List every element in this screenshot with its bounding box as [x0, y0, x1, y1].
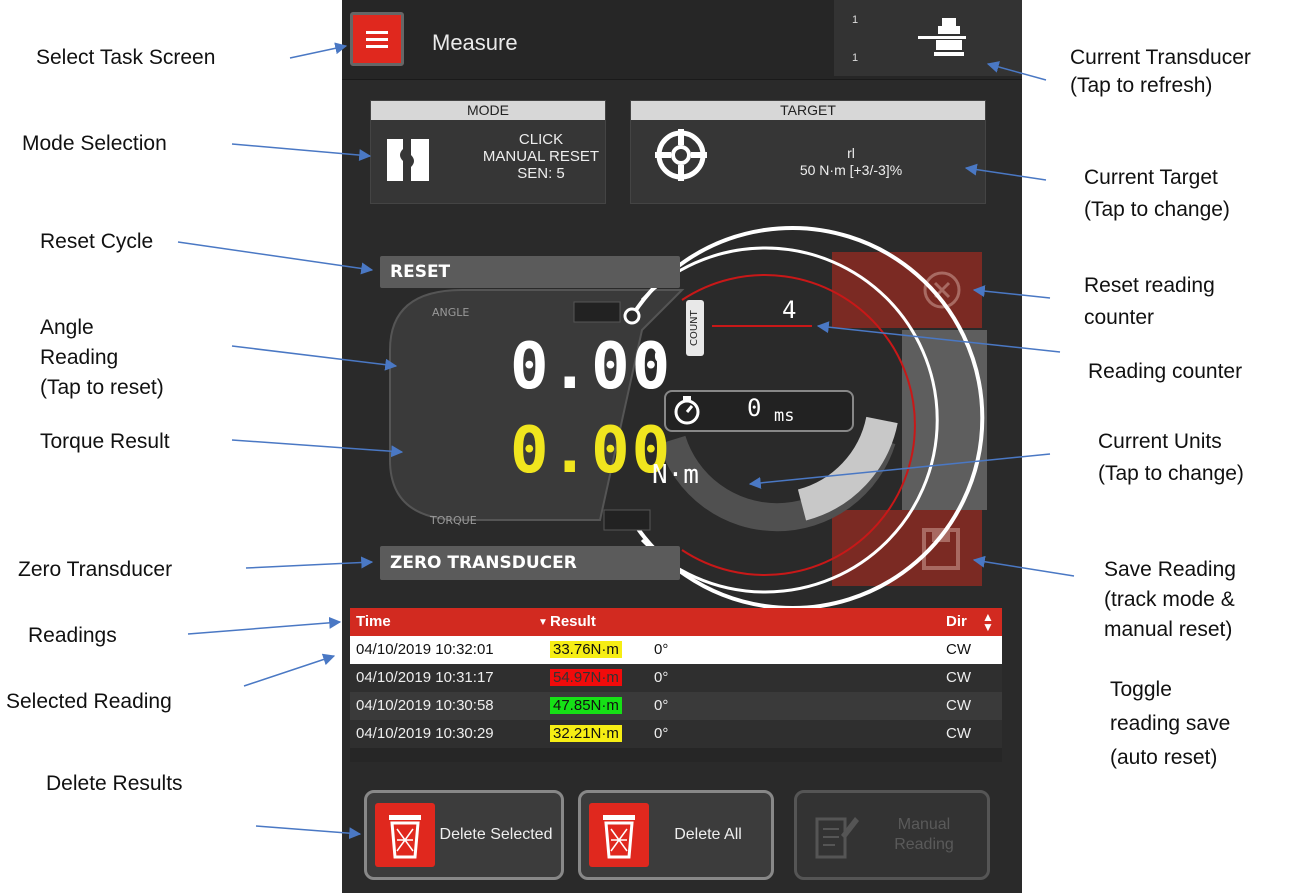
degree-symbol: o — [654, 342, 667, 367]
row-dir: CW — [946, 697, 971, 714]
delete-all-button[interactable]: Delete All — [578, 790, 774, 880]
row-angle: 0° — [654, 697, 669, 714]
annotation-delete-results: Delete Results — [46, 772, 183, 795]
row-result: 32.21N·m — [550, 725, 622, 742]
timer-unit: ms — [774, 406, 795, 426]
annotation-current-units: Current Units (Tap to change) — [1098, 428, 1244, 488]
annotation-torque-result: Torque Result — [40, 430, 170, 453]
delete-selected-button[interactable]: Delete Selected — [364, 790, 564, 880]
sort-icon[interactable]: ▲ ▼ — [982, 611, 994, 633]
annotation-line: (auto reset) — [1110, 746, 1218, 769]
annotation-select-task: Select Task Screen — [36, 46, 216, 69]
table-row[interactable]: 04/10/2019 10:30:58 47.85N·m 0° CW — [350, 692, 1002, 720]
reading-counter: 4 — [782, 296, 797, 324]
row-result: 47.85N·m — [550, 697, 622, 714]
annotation-zero-transducer: Zero Transducer — [18, 558, 173, 581]
manual-reading-button[interactable]: Manual Reading — [794, 790, 990, 880]
row-angle: 0° — [654, 669, 669, 686]
device-screen: Measure 1 1 MODE CLICK MANUAL RESET SEN:… — [342, 0, 1022, 893]
annotation-reset-counter: Reset reading counter — [1084, 272, 1215, 332]
annotation-line: Current Units — [1098, 430, 1222, 453]
row-time: 04/10/2019 10:32:01 — [356, 641, 494, 658]
annotation-current-target: Current Target (Tap to change) — [1084, 164, 1230, 224]
row-result: 54.97N·m — [550, 669, 622, 686]
annotation-line: (Tap to reset) — [40, 376, 164, 399]
trash-icon — [589, 803, 649, 867]
table-row[interactable]: 04/10/2019 10:31:17 54.97N·m 0° CW — [350, 664, 1002, 692]
row-angle: 0° — [654, 641, 669, 658]
stopwatch-icon — [674, 396, 700, 425]
annotation-line: Current Transducer — [1070, 46, 1251, 69]
row-dir: CW — [946, 641, 971, 658]
edit-note-icon — [815, 817, 859, 859]
delete-selected-label: Delete Selected — [439, 826, 553, 843]
annotation-line: Reading — [40, 346, 119, 369]
annotation-line: counter — [1084, 306, 1155, 329]
annotation-toggle-save: Toggle reading save (auto reset) — [1110, 676, 1230, 772]
annotation-selected-reading: Selected Reading — [6, 690, 172, 713]
annotation-line: reading save — [1110, 712, 1231, 735]
row-time: 04/10/2019 10:30:29 — [356, 725, 494, 742]
annotation-angle-reading: Angle Reading (Tap to reset) — [40, 314, 164, 402]
row-angle: 0° — [654, 725, 669, 742]
table-row[interactable]: 04/10/2019 10:32:01 33.76N·m 0° CW — [350, 636, 1002, 664]
torque-label: TORQUE — [430, 514, 477, 527]
trash-icon — [375, 803, 435, 867]
annotation-line: Toggle — [1110, 678, 1172, 701]
row-time: 04/10/2019 10:30:58 — [356, 697, 494, 714]
annotation-readings: Readings — [28, 624, 117, 647]
delete-all-label: Delete All — [674, 826, 742, 843]
table-header: Time ▼ Result Dir ▲ ▼ — [350, 608, 1002, 636]
angle-label: ANGLE — [432, 306, 470, 319]
table-scroll-area[interactable] — [350, 748, 1002, 762]
annotation-reset-cycle: Reset Cycle — [40, 230, 154, 253]
sort-down-icon: ▼ — [538, 617, 548, 628]
units-button[interactable]: N·m — [652, 460, 699, 490]
column-header-dir[interactable]: Dir — [946, 613, 967, 630]
row-dir: CW — [946, 669, 971, 686]
readings-table: Time ▼ Result Dir ▲ ▼ 04/10/2019 10:32:01… — [350, 608, 1002, 748]
annotation-save-reading: Save Reading (track mode & manual reset) — [1104, 556, 1236, 644]
zero-transducer-button[interactable]: ZERO TRANSDUCER — [380, 546, 680, 580]
timer-value: 0 — [747, 394, 762, 422]
annotation-line: (Tap to refresh) — [1070, 74, 1213, 97]
annotation-current-transducer: Current Transducer (Tap to refresh) — [1070, 44, 1251, 100]
column-header-result[interactable]: Result — [550, 613, 596, 630]
annotation-line: (Tap to change) — [1098, 462, 1244, 485]
annotation-line: (Tap to change) — [1084, 198, 1230, 221]
row-time: 04/10/2019 10:31:17 — [356, 669, 494, 686]
torque-result: 0.00 — [510, 414, 673, 488]
annotation-line: Save Reading — [1104, 558, 1236, 581]
annotation-line: Current Target — [1084, 166, 1218, 189]
manual-reading-label: Manual Reading — [894, 816, 954, 853]
annotation-line: manual reset) — [1104, 618, 1233, 641]
table-row[interactable]: 04/10/2019 10:30:29 32.21N·m 0° CW — [350, 720, 1002, 748]
reset-cycle-button[interactable]: RESET — [380, 256, 680, 288]
angle-reading[interactable]: 0.00 — [510, 330, 672, 404]
column-header-time[interactable]: Time — [356, 613, 391, 630]
row-dir: CW — [946, 725, 971, 742]
annotation-reading-counter: Reading counter — [1088, 360, 1243, 383]
count-label: COUNT — [686, 300, 704, 356]
row-result: 33.76N·m — [550, 641, 622, 658]
annotation-line: Angle — [40, 316, 94, 339]
annotation-line: Reset reading — [1084, 274, 1215, 297]
annotation-line: (track mode & — [1104, 588, 1235, 611]
annotation-mode-selection: Mode Selection — [22, 132, 167, 155]
